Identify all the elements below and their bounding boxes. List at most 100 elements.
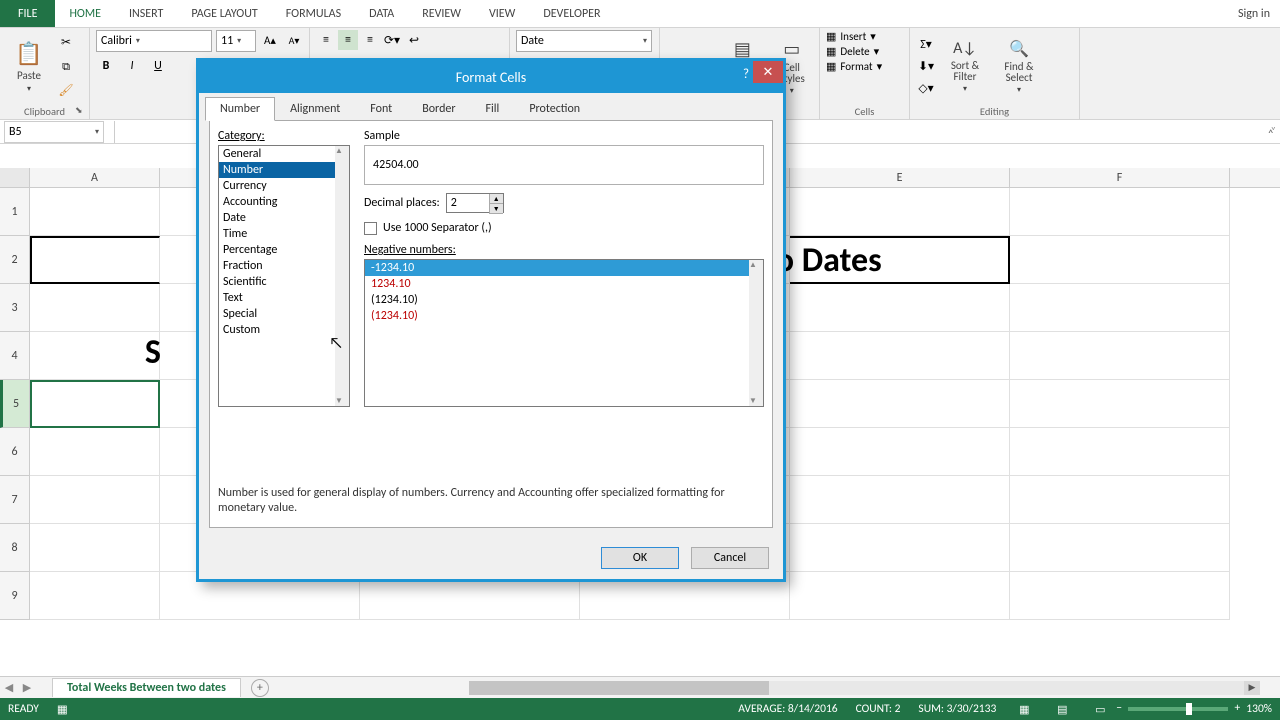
col-header-F[interactable]: F	[1010, 168, 1230, 187]
dialog-tab-number[interactable]: Number	[205, 97, 275, 121]
dialog-close-button[interactable]: ✕	[753, 61, 783, 83]
col-header-E[interactable]: E	[790, 168, 1010, 187]
sort-filter-button[interactable]: A↓ Sort & Filter▾	[940, 34, 990, 100]
negative-format-item[interactable]: 1234.10	[365, 276, 763, 292]
font-name-combo[interactable]: Calibri▾	[96, 30, 212, 52]
cell[interactable]	[790, 380, 1010, 428]
clipboard-launcher[interactable]: ⬊	[75, 105, 87, 117]
scroll-up-icon[interactable]: ▲	[335, 146, 349, 156]
cell[interactable]	[30, 284, 160, 332]
negative-format-item[interactable]: (1234.10)	[365, 292, 763, 308]
row-header[interactable]: 2	[0, 236, 30, 284]
row-header[interactable]: 6	[0, 428, 30, 476]
delete-cells-button[interactable]: ▦Delete ▾	[826, 45, 879, 58]
row-header[interactable]: 1	[0, 188, 30, 236]
category-item[interactable]: Special	[219, 306, 349, 322]
cell[interactable]	[1010, 188, 1230, 236]
wrap-text-button[interactable]: ↩	[404, 30, 424, 50]
zoom-slider[interactable]: − +	[1128, 707, 1228, 711]
copy-button[interactable]: ⧉	[56, 57, 76, 77]
category-item[interactable]: Text	[219, 290, 349, 306]
horizontal-scrollbar[interactable]: ◀ ▶	[469, 681, 1260, 695]
format-cells-button[interactable]: ▦Format ▾	[826, 60, 882, 73]
align-middle-button[interactable]: ≡	[338, 30, 358, 50]
dialog-tab-protection[interactable]: Protection	[514, 97, 595, 121]
category-item[interactable]: Currency	[219, 178, 349, 194]
row-header[interactable]: 7	[0, 476, 30, 524]
scroll-up-icon[interactable]: ▲	[749, 260, 763, 270]
cell[interactable]	[1010, 572, 1230, 620]
dialog-help-button[interactable]: ?	[743, 67, 749, 82]
cell[interactable]	[30, 428, 160, 476]
category-item[interactable]: Number	[219, 162, 349, 178]
category-item[interactable]: Custom	[219, 322, 349, 338]
sign-in-link[interactable]: Sign in	[1228, 0, 1280, 27]
ribbon-tab-view[interactable]: VIEW	[475, 0, 529, 27]
category-item[interactable]: General	[219, 146, 349, 162]
scroll-down-icon[interactable]: ▼	[335, 396, 349, 406]
sheet-nav-prev[interactable]: ◀	[0, 681, 18, 694]
spin-down[interactable]: ▼	[489, 204, 503, 214]
decrease-font-button[interactable]: A▾	[284, 30, 304, 50]
cell[interactable]	[30, 524, 160, 572]
thousand-separator-checkbox[interactable]	[364, 222, 377, 235]
dialog-tab-font[interactable]: Font	[355, 97, 407, 121]
category-item[interactable]: Scientific	[219, 274, 349, 290]
align-bottom-button[interactable]: ≡	[360, 30, 380, 50]
format-painter-button[interactable]: 🖌	[56, 81, 76, 101]
negative-format-item[interactable]: -1234.10	[365, 260, 763, 276]
italic-button[interactable]: I	[122, 56, 142, 76]
bold-button[interactable]: B	[96, 56, 116, 76]
row-header[interactable]: 5	[0, 380, 30, 428]
zoom-percent[interactable]: 130%	[1246, 702, 1272, 716]
select-all-corner[interactable]	[0, 168, 30, 187]
dialog-tab-alignment[interactable]: Alignment	[275, 97, 355, 121]
cell[interactable]	[1010, 236, 1230, 284]
underline-button[interactable]: U	[148, 56, 168, 76]
cell[interactable]	[1010, 332, 1230, 380]
fill-button[interactable]: ⬇▾	[916, 57, 936, 77]
number-format-combo[interactable]: Date▾	[516, 30, 652, 52]
ribbon-tab-review[interactable]: REVIEW	[408, 0, 475, 27]
category-item[interactable]: Fraction	[219, 258, 349, 274]
cancel-button[interactable]: Cancel	[691, 547, 769, 569]
name-box[interactable]: B5▾	[4, 121, 104, 143]
ribbon-tab-insert[interactable]: INSERT	[115, 0, 177, 27]
sheet-nav-next[interactable]: ▶	[18, 681, 36, 694]
category-item[interactable]: Date	[219, 210, 349, 226]
category-listbox[interactable]: GeneralNumberCurrencyAccountingDateTimeP…	[218, 145, 350, 407]
insert-cells-button[interactable]: ▦Insert ▾	[826, 30, 876, 43]
add-sheet-button[interactable]: +	[251, 679, 269, 697]
cell[interactable]	[30, 380, 160, 428]
view-normal-button[interactable]: ▦	[1014, 701, 1034, 717]
macro-record-icon[interactable]: ▦	[57, 702, 68, 717]
cell[interactable]	[790, 284, 1010, 332]
cell[interactable]	[790, 524, 1010, 572]
view-pagelayout-button[interactable]: ▤	[1052, 701, 1072, 717]
ribbon-tab-pagelayout[interactable]: PAGE LAYOUT	[177, 0, 271, 27]
row-header[interactable]: 9	[0, 572, 30, 620]
cut-button[interactable]: ✂	[56, 33, 76, 53]
negative-format-item[interactable]: (1234.10)	[365, 308, 763, 324]
dialog-tab-border[interactable]: Border	[407, 97, 470, 121]
cell[interactable]	[30, 476, 160, 524]
ribbon-tab-home[interactable]: HOME	[55, 0, 115, 27]
cell[interactable]	[1010, 380, 1230, 428]
cell[interactable]	[30, 188, 160, 236]
dialog-tab-fill[interactable]: Fill	[471, 97, 515, 121]
category-item[interactable]: Accounting	[219, 194, 349, 210]
row-header[interactable]: 4	[0, 332, 30, 380]
sheet-tab-active[interactable]: Total Weeks Between two dates	[52, 678, 241, 697]
file-tab[interactable]: FILE	[0, 0, 55, 27]
cell[interactable]	[1010, 284, 1230, 332]
expand-formula-bar[interactable]: ˅	[1271, 124, 1276, 137]
ribbon-tab-data[interactable]: DATA	[355, 0, 408, 27]
col-header-A[interactable]: A	[30, 168, 160, 187]
category-item[interactable]: Time	[219, 226, 349, 242]
ok-button[interactable]: OK	[601, 547, 679, 569]
cell[interactable]	[30, 572, 160, 620]
negative-numbers-listbox[interactable]: -1234.101234.10(1234.10)(1234.10)▲▼	[364, 259, 764, 407]
find-select-button[interactable]: 🔍 Find & Select▾	[994, 34, 1044, 100]
increase-font-button[interactable]: A▴	[260, 30, 280, 50]
cell[interactable]	[790, 428, 1010, 476]
